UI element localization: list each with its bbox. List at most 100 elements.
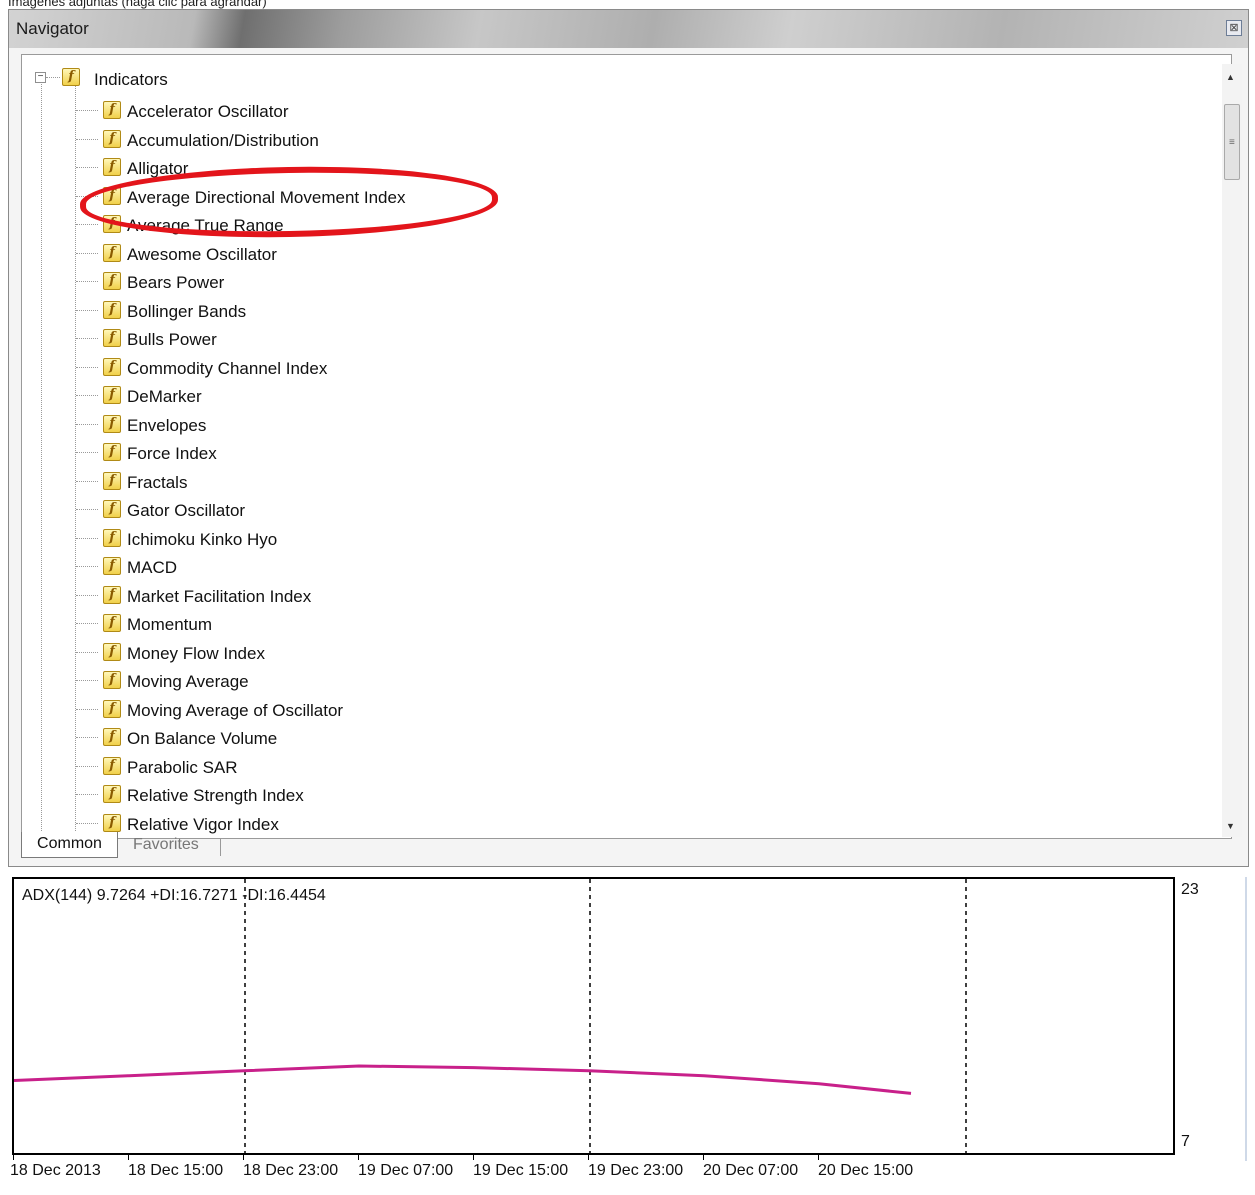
navigator-title: Navigator — [16, 19, 89, 38]
indicator-icon: f — [103, 813, 121, 832]
indicator-icon: f — [103, 585, 121, 604]
price-label-bottom: 7 — [1181, 1133, 1190, 1150]
time-tick — [473, 1155, 474, 1160]
tree-item[interactable]: f Envelopes — [22, 411, 722, 439]
tree-item[interactable]: f DeMarker — [22, 382, 722, 410]
time-label: 19 Dec 23:00 — [588, 1162, 684, 1179]
scroll-up-icon[interactable]: ▲ — [1226, 72, 1235, 82]
time-tick — [818, 1155, 819, 1160]
tree-item[interactable]: f Accelerator Oscillator — [22, 97, 722, 125]
tree-item-label: MACD — [127, 558, 178, 577]
tree-item-label: Money Flow Index — [127, 643, 265, 663]
tree-item[interactable]: f Gator Oscillator — [22, 496, 722, 524]
tree-item-label: Gator Oscillator — [127, 501, 246, 520]
time-label: 18 Dec 23:00 — [243, 1162, 339, 1179]
tree-item[interactable]: f Moving Average of Oscillator — [22, 696, 722, 724]
indicator-icon: f — [103, 443, 121, 461]
indicator-icon: f — [103, 614, 121, 632]
indicator-icon: f — [103, 329, 121, 347]
tree-item[interactable]: f Fractals — [22, 468, 722, 496]
tree-item-label: Moving Average of Oscillator — [127, 700, 344, 720]
indicator-tree: − f Indicators f Accelerator Oscillator f A… — [21, 54, 1232, 839]
vertical-scrollbar[interactable]: ▲ ≡ ▼ — [1222, 64, 1242, 837]
tree-item-label: Bollinger Bands — [127, 301, 247, 321]
tree-item[interactable]: f Bears Power — [22, 268, 722, 296]
time-label: 20 Dec 15:00 — [818, 1162, 914, 1179]
time-tick — [243, 1155, 244, 1160]
tree-item[interactable]: f Bulls Power — [22, 325, 722, 353]
tree-item-label: Ichimoku Kinko Hyo — [127, 529, 278, 549]
tree-item-label: Bears Power — [127, 273, 225, 292]
indicator-icon: f — [103, 386, 121, 404]
tree-item-label: Parabolic SAR — [127, 757, 238, 777]
scroll-thumb[interactable]: ≡ — [1224, 104, 1240, 180]
attachment-caption: Imágenes adjuntas (haga clic para agrand… — [8, 0, 267, 9]
tab-favorites[interactable]: Favorites — [133, 836, 199, 854]
time-label: 18 Dec 15:00 — [128, 1162, 224, 1179]
indicator-icon: f — [103, 300, 121, 319]
collapse-icon[interactable]: − — [35, 72, 46, 83]
tree-item[interactable]: f Relative Strength Index — [22, 781, 722, 809]
indicator-icon: f — [103, 414, 121, 433]
tree-item[interactable]: f Awesome Oscillator — [22, 240, 722, 268]
price-label-top: 23 — [1181, 881, 1199, 898]
indicator-icon: f — [103, 272, 121, 290]
navigator-window: Navigator ⊠ − f Indicators f Accelerator … — [8, 9, 1249, 867]
indicator-icon: f — [103, 500, 121, 518]
indicator-icon: f — [103, 756, 121, 775]
time-tick — [703, 1155, 704, 1160]
tree-root-indicators[interactable]: Indicators — [94, 70, 168, 90]
tree-item[interactable]: f Momentum — [22, 610, 722, 638]
tree-item[interactable]: f MACD — [22, 553, 722, 581]
indicator-icon: f — [103, 785, 121, 803]
tab-common[interactable]: Common — [21, 832, 118, 858]
tree-item-label: DeMarker — [127, 387, 202, 406]
tree-item-label: Momentum — [127, 615, 213, 634]
tree-item[interactable]: f Ichimoku Kinko Hyo — [22, 525, 722, 553]
indicator-icon: f — [103, 557, 121, 575]
indicator-icon: f — [103, 158, 121, 176]
indicator-icon: f — [103, 728, 121, 746]
adx-indicator-chart[interactable]: ADX(144) 9.7264 +DI:16.7271 -DI:16.4454 — [12, 877, 1175, 1155]
indicator-icon: f — [103, 129, 121, 148]
tree-item-label: Moving Average — [127, 672, 249, 691]
tree-item-label: Awesome Oscillator — [127, 244, 277, 264]
tree-item[interactable]: f Accumulation/Distribution — [22, 126, 722, 154]
tree-item-label: Bulls Power — [127, 330, 217, 349]
indicator-icon: f — [103, 671, 121, 689]
tree-item[interactable]: f Bollinger Bands — [22, 297, 722, 325]
navigator-titlebar: Navigator ⊠ — [9, 10, 1248, 48]
indicator-icon: f — [103, 243, 121, 262]
tree-item[interactable]: f Commodity Channel Index — [22, 354, 722, 382]
scroll-down-icon[interactable]: ▼ — [1226, 821, 1235, 831]
tree-item-label: Market Facilitation Index — [127, 586, 312, 606]
adx-series-line — [14, 1064, 912, 1095]
time-label: 20 Dec 07:00 — [703, 1162, 799, 1179]
tree-item[interactable]: f Relative Vigor Index — [22, 810, 722, 838]
chart-plot — [14, 879, 967, 1153]
tree-item[interactable]: f Force Index — [22, 439, 722, 467]
time-label: 19 Dec 15:00 — [473, 1162, 569, 1179]
indicator-icon: f — [103, 699, 121, 718]
tree-item[interactable]: f Market Facilitation Index — [22, 582, 722, 610]
time-tick — [358, 1155, 359, 1160]
tree-item-label: Commodity Channel Index — [127, 358, 328, 378]
tree-item[interactable]: f On Balance Volume — [22, 724, 722, 752]
time-tick — [588, 1155, 589, 1160]
indicator-icon: f — [103, 357, 121, 376]
tree-item[interactable]: f Moving Average — [22, 667, 722, 695]
indicators-folder-icon: f — [62, 68, 80, 86]
indicator-icon: f — [103, 471, 121, 490]
indicator-icon: f — [103, 528, 121, 547]
tree-item-label: Accumulation/Distribution — [127, 130, 319, 150]
grip-icon: ≡ — [1229, 137, 1235, 148]
tree-item-label: Relative Vigor Index — [127, 814, 279, 834]
time-tick — [13, 1155, 14, 1160]
tree-item[interactable]: f Money Flow Index — [22, 639, 722, 667]
tree-item-label: Accelerator Oscillator — [127, 102, 289, 121]
tree-item[interactable]: f Parabolic SAR — [22, 753, 722, 781]
close-icon[interactable]: ⊠ — [1226, 20, 1242, 36]
tree-item-label: Relative Strength Index — [127, 786, 304, 805]
time-tick — [128, 1155, 129, 1160]
indicator-icon: f — [103, 101, 121, 119]
